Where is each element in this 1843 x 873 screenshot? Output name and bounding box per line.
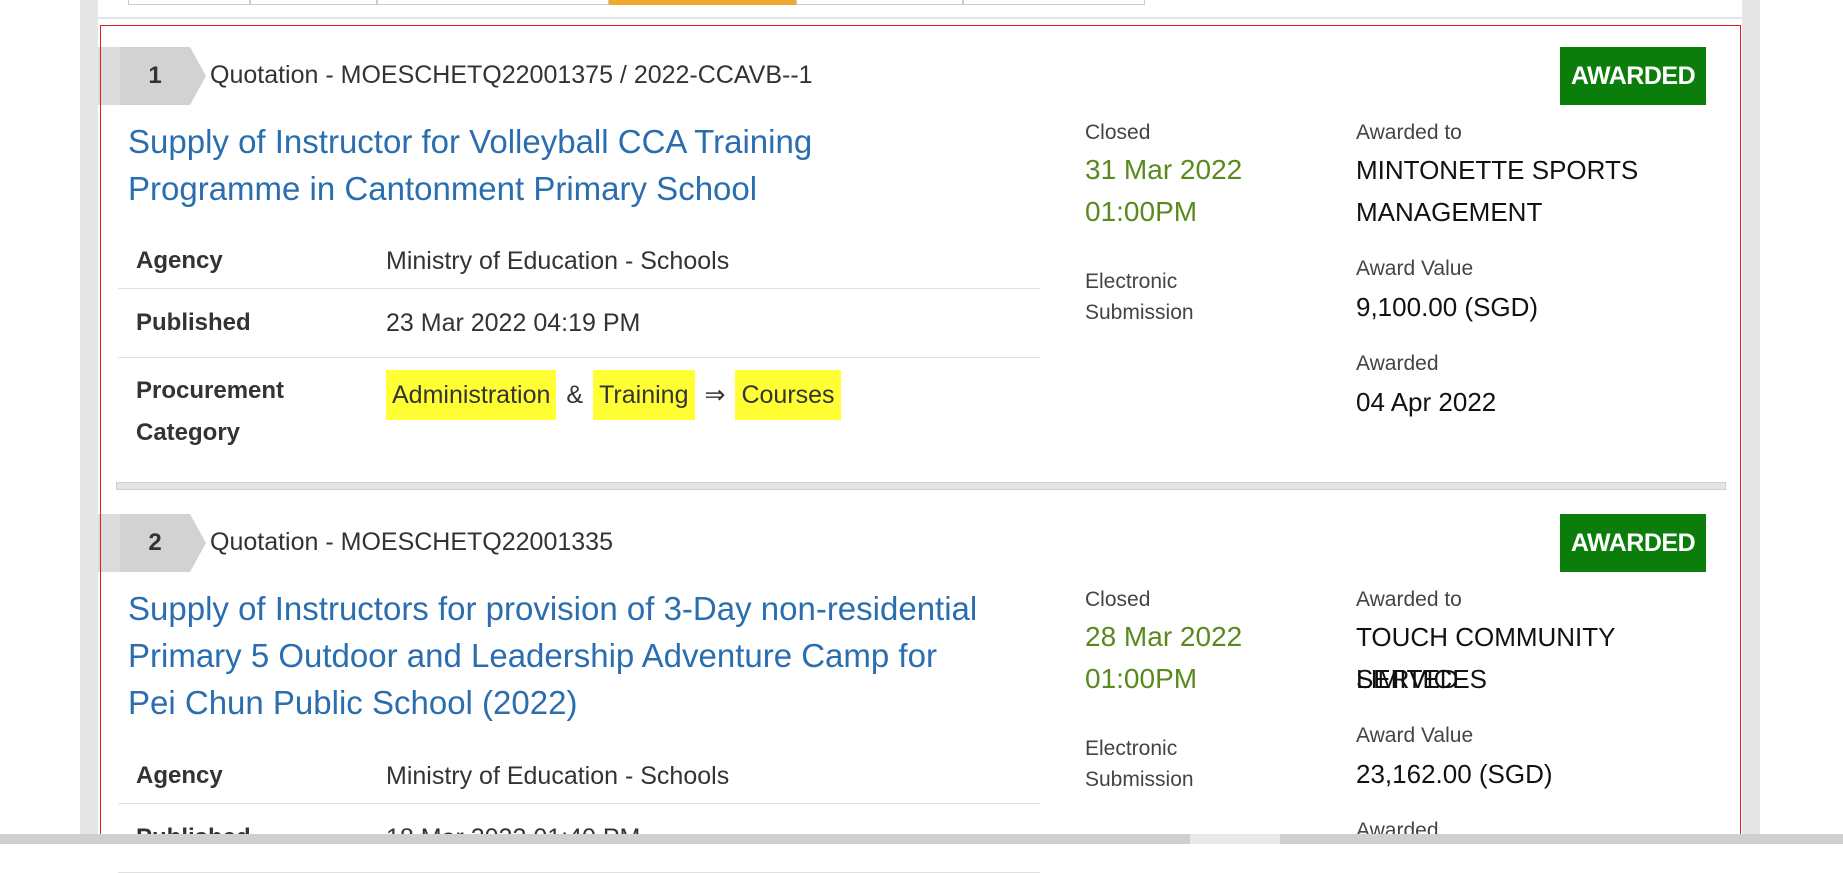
- award-value: 9,100.00 (SGD): [1356, 292, 1539, 322]
- tab-active[interactable]: [609, 0, 796, 5]
- submission-line: Electronic: [1085, 737, 1178, 760]
- card-number-arrow: [190, 47, 206, 105]
- section-divider: [98, 17, 1742, 19]
- awarded-date-label: Awarded: [1356, 352, 1439, 375]
- awarded-to-line: LIMITED: [1356, 664, 1459, 694]
- title-line[interactable]: Pei Chun Public School (2022): [128, 679, 1028, 726]
- tab[interactable]: [250, 0, 377, 5]
- closed-label: Closed: [1085, 121, 1151, 144]
- category-separator: &: [566, 381, 584, 409]
- card-number-bar: [98, 514, 120, 572]
- title-line[interactable]: Primary 5 Outdoor and Leadership Adventu…: [128, 632, 1028, 679]
- closed-time: 01:00PM: [1085, 196, 1198, 227]
- page-bottom-area: [0, 844, 1843, 870]
- agency-row: Agency Ministry of Education - Schools: [118, 751, 1040, 804]
- agency-label: Agency: [136, 762, 223, 789]
- submission-method: Electronic Submission: [1085, 266, 1194, 328]
- agency-value: Ministry of Education - Schools: [386, 247, 730, 275]
- card-number: 2: [120, 514, 190, 572]
- submission-line: Submission: [1085, 768, 1194, 791]
- tender-reference: Quotation - MOESCHETQ22001375 / 2022-CCA…: [210, 61, 813, 89]
- category-label-line: Procurement: [136, 377, 285, 404]
- award-value-label: Award Value: [1356, 257, 1474, 280]
- category-separator: ⇒: [704, 381, 726, 409]
- agency-row: Agency Ministry of Education - Schools: [118, 236, 1040, 289]
- submission-line: Electronic: [1085, 270, 1178, 293]
- awarded-to-line: MANAGEMENT: [1356, 197, 1543, 227]
- agency-value: Ministry of Education - Schools: [386, 762, 730, 790]
- tender-reference: Quotation - MOESCHETQ22001335: [210, 528, 613, 556]
- tender-title-link[interactable]: Supply of Instructors for provision of 3…: [128, 585, 1028, 726]
- card-number-bar: [98, 47, 120, 105]
- submission-method: Electronic Submission: [1085, 733, 1194, 795]
- title-line[interactable]: Programme in Cantonment Primary School: [128, 165, 1028, 212]
- published-row: Published 23 Mar 2022 04:19 PM: [118, 289, 1040, 358]
- agency-label: Agency: [136, 247, 223, 274]
- horizontal-scrollbar[interactable]: [0, 834, 1843, 844]
- tab[interactable]: [796, 0, 963, 5]
- category-row: Procurement Category Administration & Tr…: [118, 358, 1040, 458]
- tab[interactable]: [128, 0, 250, 5]
- closed-label: Closed: [1085, 588, 1151, 611]
- results-tab-strip: [128, 0, 1145, 5]
- card-divider: [116, 482, 1726, 490]
- awarded-to-label: Awarded to: [1356, 588, 1462, 611]
- published-value: 23 Mar 2022 04:19 PM: [386, 309, 641, 337]
- award-value-label: Award Value: [1356, 724, 1474, 747]
- scrollbar-thumb[interactable]: [1190, 834, 1280, 844]
- card-number: 1: [120, 47, 190, 105]
- status-badge: AWARDED: [1560, 47, 1706, 105]
- category-label: Procurement Category: [136, 370, 284, 454]
- tab[interactable]: [963, 0, 1145, 5]
- page-margin-left: [0, 0, 80, 870]
- awarded-to-label: Awarded to: [1356, 121, 1462, 144]
- closed-date: 28 Mar 2022: [1085, 621, 1243, 652]
- status-badge: AWARDED: [1560, 514, 1706, 572]
- closed-date: 31 Mar 2022: [1085, 154, 1243, 185]
- category-tag[interactable]: Administration: [386, 370, 557, 420]
- awarded-date: 04 Apr 2022: [1356, 387, 1497, 417]
- content-gutter-left: [80, 0, 98, 870]
- tender-title-link[interactable]: Supply of Instructor for Volleyball CCA …: [128, 118, 1028, 212]
- tab[interactable]: [377, 0, 609, 5]
- closed-time: 01:00PM: [1085, 663, 1198, 694]
- category-tag[interactable]: Courses: [735, 370, 841, 420]
- published-label: Published: [136, 309, 251, 336]
- card-number-arrow: [190, 514, 206, 572]
- award-value: 23,162.00 (SGD): [1356, 759, 1553, 789]
- submission-line: Submission: [1085, 301, 1194, 324]
- title-line[interactable]: Supply of Instructor for Volleyball CCA …: [128, 118, 1028, 165]
- title-line[interactable]: Supply of Instructors for provision of 3…: [128, 585, 1028, 632]
- category-tag[interactable]: Training: [593, 370, 695, 420]
- category-label-line: Category: [136, 419, 241, 446]
- category-path: Administration & Training ⇒ Courses: [386, 370, 841, 420]
- content-gutter-right: [1742, 0, 1760, 870]
- awarded-to-line: MINTONETTE SPORTS: [1356, 155, 1639, 185]
